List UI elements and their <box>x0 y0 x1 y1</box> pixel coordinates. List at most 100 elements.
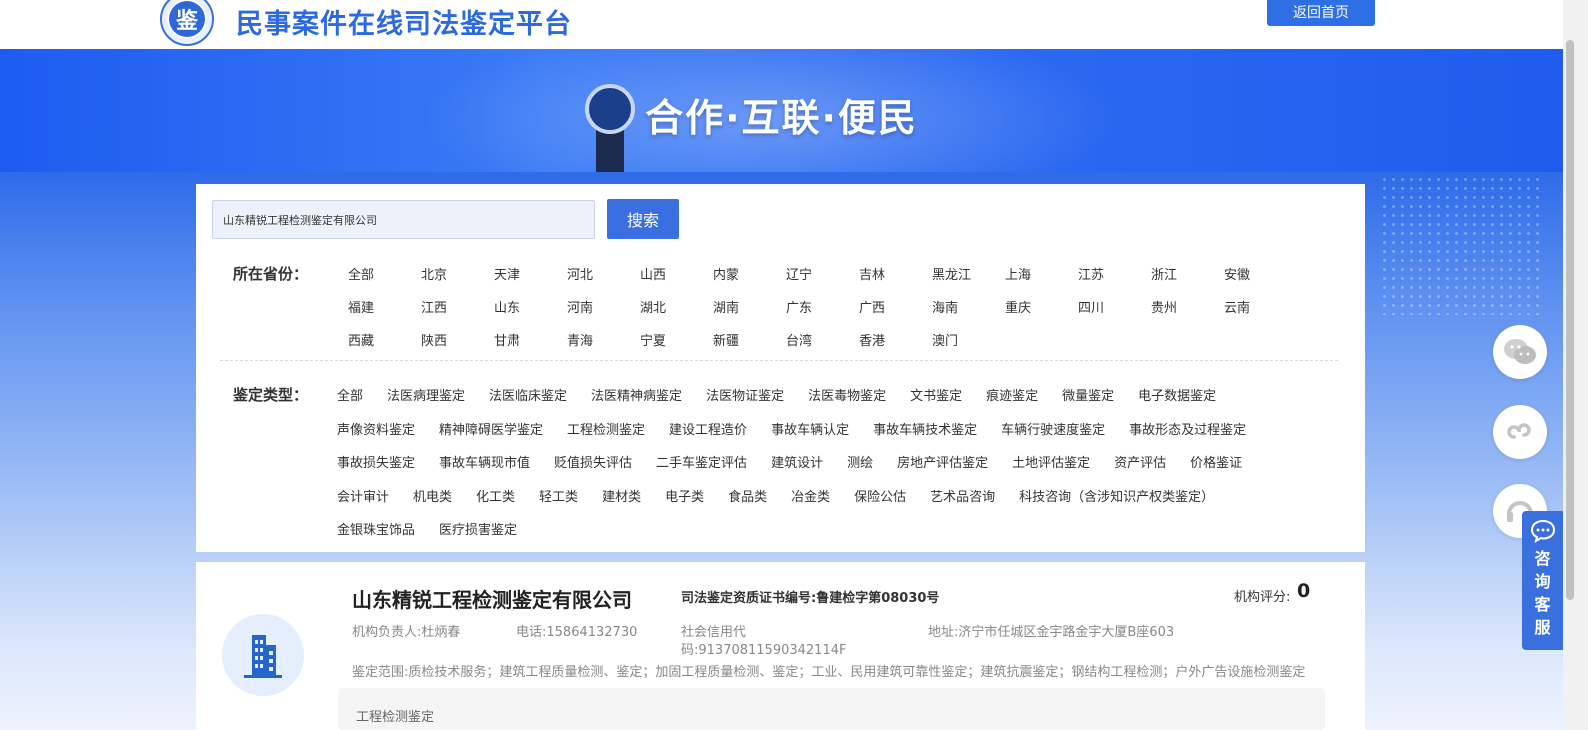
province-option[interactable]: 安徽 <box>1224 264 1250 283</box>
type-option[interactable]: 电子类 <box>665 486 704 505</box>
province-option[interactable]: 内蒙 <box>713 264 739 283</box>
type-option[interactable]: 痕迹鉴定 <box>986 385 1038 404</box>
type-option[interactable]: 贬值损失评估 <box>554 452 632 471</box>
province-option[interactable]: 山东 <box>494 297 520 316</box>
type-option[interactable]: 车辆行驶速度鉴定 <box>1001 419 1105 438</box>
province-option[interactable]: 陕西 <box>421 330 447 349</box>
type-option[interactable]: 机电类 <box>413 486 452 505</box>
province-filter-label: 所在省份： <box>233 265 309 283</box>
type-option[interactable]: 事故形态及过程鉴定 <box>1129 419 1246 438</box>
type-option[interactable]: 二手车鉴定评估 <box>656 452 747 471</box>
type-option[interactable]: 价格鉴证 <box>1190 452 1242 471</box>
province-option[interactable]: 新疆 <box>713 330 739 349</box>
type-option[interactable]: 法医病理鉴定 <box>387 385 465 404</box>
scrollbar-thumb[interactable] <box>1566 40 1574 600</box>
province-option[interactable]: 河南 <box>567 297 593 316</box>
province-option[interactable]: 台湾 <box>786 330 812 349</box>
type-option[interactable]: 房地产评估鉴定 <box>897 452 988 471</box>
province-option[interactable]: 湖北 <box>640 297 666 316</box>
type-option[interactable]: 化工类 <box>476 486 515 505</box>
type-option[interactable]: 医疗损害鉴定 <box>439 519 517 538</box>
province-option[interactable]: 青海 <box>567 330 593 349</box>
logo-emblem: 鉴 <box>169 1 205 37</box>
type-option[interactable]: 会计审计 <box>337 486 389 505</box>
province-option[interactable]: 海南 <box>932 297 958 316</box>
search-button[interactable]: 搜索 <box>607 199 679 239</box>
type-option[interactable]: 法医临床鉴定 <box>489 385 567 404</box>
type-option[interactable]: 电子数据鉴定 <box>1138 385 1216 404</box>
type-option[interactable]: 轻工类 <box>539 486 578 505</box>
province-option[interactable]: 澳门 <box>932 330 958 349</box>
province-option[interactable]: 广西 <box>859 297 885 316</box>
type-option[interactable]: 建材类 <box>602 486 641 505</box>
appraisal-scope: 鉴定范围:质检技术服务；建筑工程质量检测、鉴定；加固工程质量检测、鉴定；工业、民… <box>352 665 1306 680</box>
search-input[interactable] <box>212 200 595 239</box>
province-option[interactable]: 河北 <box>567 264 593 283</box>
type-option[interactable]: 声像资料鉴定 <box>337 419 415 438</box>
province-option[interactable]: 宁夏 <box>640 330 666 349</box>
province-option[interactable]: 香港 <box>859 330 885 349</box>
type-option[interactable]: 工程检测鉴定 <box>567 419 645 438</box>
credit-code-line1: 社会信用代 <box>681 625 747 640</box>
province-option[interactable]: 云南 <box>1224 297 1250 316</box>
province-option[interactable]: 四川 <box>1078 297 1104 316</box>
province-option[interactable]: 黑龙江 <box>932 264 971 283</box>
province-option[interactable]: 辽宁 <box>786 264 812 283</box>
province-option[interactable]: 北京 <box>421 264 447 283</box>
type-option[interactable]: 建筑设计 <box>771 452 823 471</box>
mini-program-button[interactable] <box>1493 405 1547 459</box>
type-option[interactable]: 法医物证鉴定 <box>706 385 784 404</box>
type-option[interactable]: 测绘 <box>847 452 873 471</box>
type-option[interactable]: 法医毒物鉴定 <box>808 385 886 404</box>
type-option[interactable]: 科技咨询（含涉知识产权类鉴定） <box>1019 486 1214 505</box>
province-option[interactable]: 江苏 <box>1078 264 1104 283</box>
province-option[interactable]: 福建 <box>348 297 374 316</box>
type-option[interactable]: 艺术品咨询 <box>930 486 995 505</box>
hero-banner: 合作·互联·便民 <box>0 49 1563 172</box>
result-card[interactable]: 山东精锐工程检测鉴定有限公司 司法鉴定资质证书编号:鲁建检字第08030号 机构… <box>196 562 1365 730</box>
type-option[interactable]: 土地评估鉴定 <box>1012 452 1090 471</box>
province-option[interactable]: 西藏 <box>348 330 374 349</box>
type-option[interactable]: 建设工程造价 <box>669 419 747 438</box>
type-option[interactable]: 事故损失鉴定 <box>337 452 415 471</box>
certificate-number: 司法鉴定资质证书编号:鲁建检字第08030号 <box>681 591 940 606</box>
type-option[interactable]: 全部 <box>337 385 363 404</box>
score-label: 机构评分: <box>1234 590 1291 605</box>
mini-program-icon <box>1507 423 1531 439</box>
consult-customer-service[interactable]: 咨询客服 <box>1522 511 1563 650</box>
type-option[interactable]: 金银珠宝饰品 <box>337 519 415 538</box>
site-title: 民事案件在线司法鉴定平台 <box>236 9 572 40</box>
category-tag-box: 工程检测鉴定 <box>338 688 1325 730</box>
province-option[interactable]: 贵州 <box>1151 297 1177 316</box>
type-option[interactable]: 事故车辆技术鉴定 <box>873 419 977 438</box>
principal: 机构负责人:杜炳春 <box>352 625 461 640</box>
type-option[interactable]: 冶金类 <box>791 486 830 505</box>
province-option[interactable]: 广东 <box>786 297 812 316</box>
province-option[interactable]: 江西 <box>421 297 447 316</box>
type-option[interactable]: 法医精神病鉴定 <box>591 385 682 404</box>
type-option[interactable]: 精神障碍医学鉴定 <box>439 419 543 438</box>
type-option[interactable]: 微量鉴定 <box>1062 385 1114 404</box>
type-option[interactable]: 文书鉴定 <box>910 385 962 404</box>
province-option[interactable]: 上海 <box>1005 264 1031 283</box>
province-option[interactable]: 湖南 <box>713 297 739 316</box>
wechat-button[interactable] <box>1493 325 1547 379</box>
type-option[interactable]: 保险公估 <box>854 486 906 505</box>
province-option[interactable]: 浙江 <box>1151 264 1177 283</box>
category-tag: 工程检测鉴定 <box>356 710 435 725</box>
type-option[interactable]: 事故车辆现市值 <box>439 452 530 471</box>
site-logo[interactable]: 鉴 <box>160 0 214 46</box>
province-option[interactable]: 吉林 <box>859 264 885 283</box>
type-option[interactable]: 食品类 <box>728 486 767 505</box>
phone: 电话:15864132730 <box>516 625 638 640</box>
province-option[interactable]: 甘肃 <box>494 330 520 349</box>
province-option[interactable]: 全部 <box>348 264 374 283</box>
province-option[interactable]: 山西 <box>640 264 666 283</box>
province-option[interactable]: 重庆 <box>1005 297 1031 316</box>
type-option[interactable]: 资产评估 <box>1114 452 1166 471</box>
return-home-button[interactable]: 返回首页 <box>1267 0 1375 26</box>
credit-code-line2: 码:91370811590342114F <box>681 643 847 658</box>
province-option[interactable]: 天津 <box>494 264 520 283</box>
organization-name[interactable]: 山东精锐工程检测鉴定有限公司 <box>352 584 632 613</box>
type-option[interactable]: 事故车辆认定 <box>771 419 849 438</box>
